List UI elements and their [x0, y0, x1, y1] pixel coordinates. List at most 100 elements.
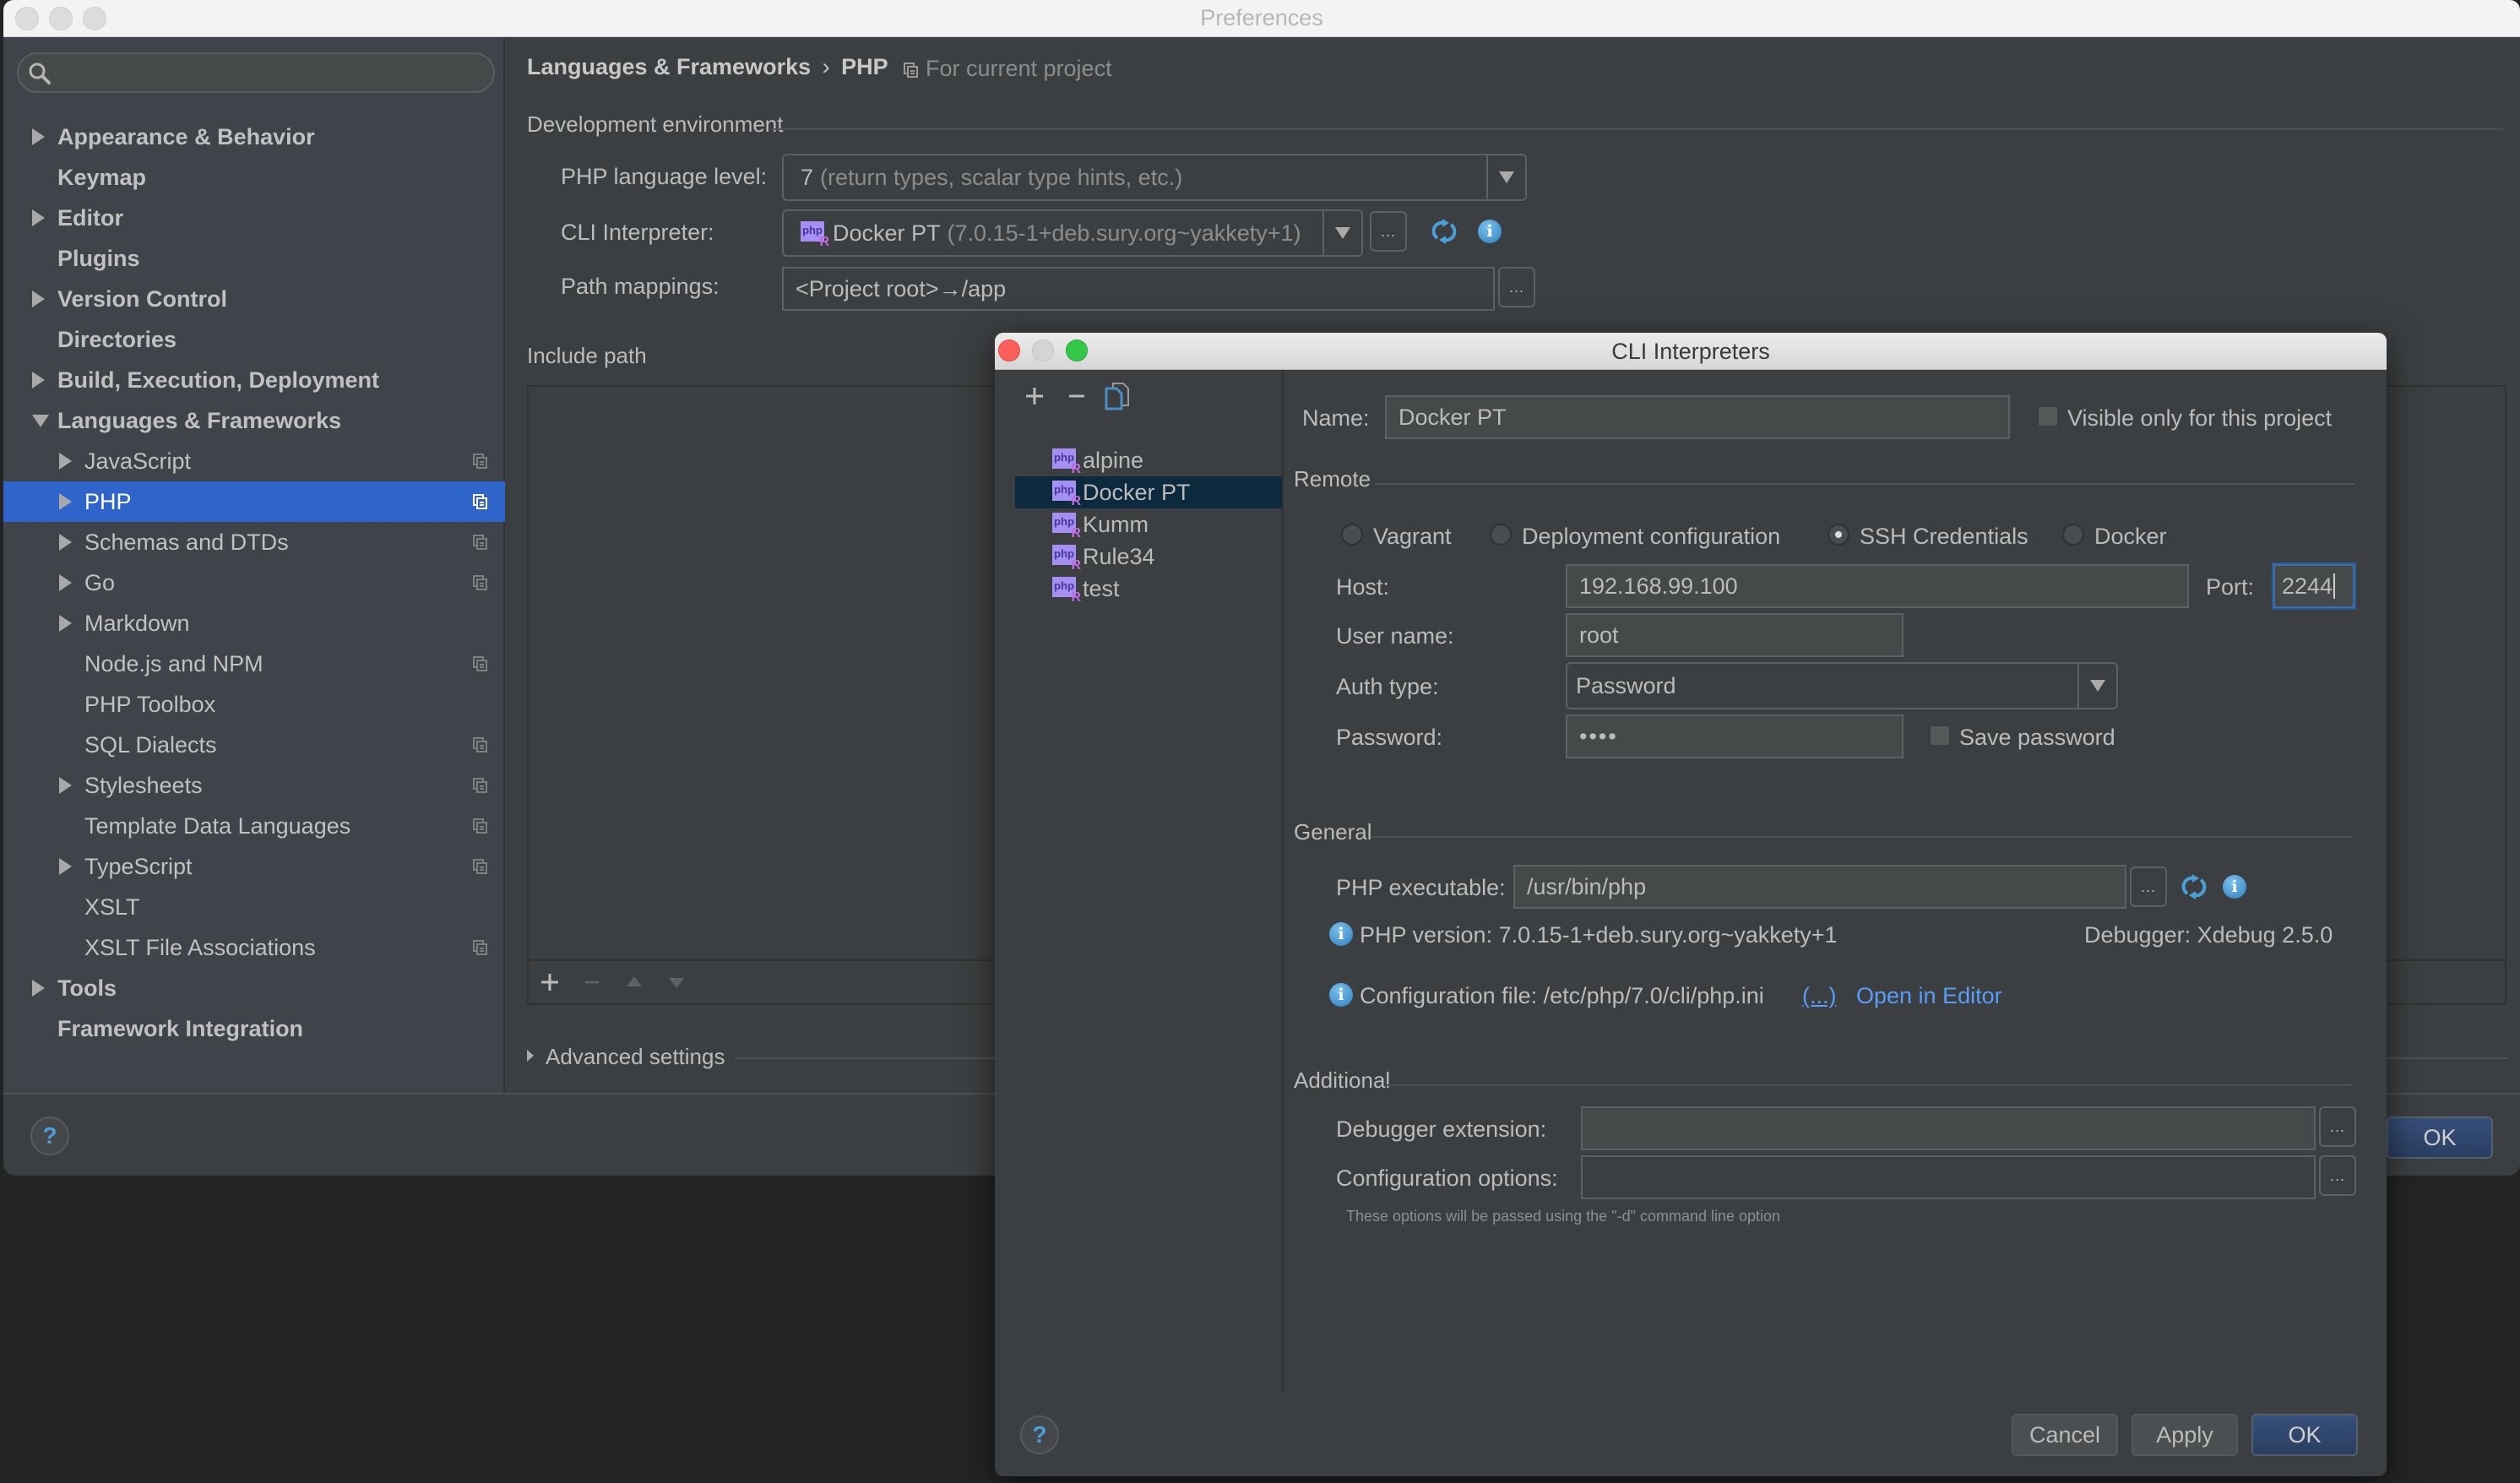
- host-label: Host:: [1336, 574, 1390, 600]
- interpreter-list-item[interactable]: php Rtest: [1015, 573, 1282, 605]
- sidebar-item-typescript[interactable]: TypeScript: [3, 846, 505, 887]
- radio-deployment-configuration[interactable]: [1490, 524, 1512, 546]
- add-icon[interactable]: [539, 971, 561, 993]
- sidebar-item-schemas-and-dtds[interactable]: Schemas and DTDs: [3, 522, 505, 562]
- radio-deployment-configuration-label: Deployment configuration: [1522, 524, 1781, 549]
- chevron-right-icon[interactable]: [59, 493, 72, 510]
- chevron-right-icon[interactable]: [32, 128, 45, 145]
- cancel-button[interactable]: Cancel: [2012, 1414, 2118, 1456]
- sidebar-item-template-data-languages[interactable]: Template Data Languages: [3, 806, 505, 846]
- chevron-down-icon[interactable]: [32, 415, 49, 427]
- chevron-down-icon[interactable]: [1322, 211, 1361, 255]
- advanced-settings-expander[interactable]: [527, 1047, 546, 1064]
- remove-interpreter-icon[interactable]: [1066, 385, 1088, 407]
- configuration-options-browse-button[interactable]: ...: [2319, 1155, 2356, 1196]
- interpreter-list-item[interactable]: php R Docker PT: [1015, 476, 1282, 508]
- sidebar-item-build-execution-deployment[interactable]: Build, Execution, Deployment: [3, 360, 505, 400]
- php-executable-browse-button[interactable]: ...: [2130, 866, 2167, 907]
- chevron-right-icon[interactable]: [32, 291, 45, 307]
- move-up-icon[interactable]: [623, 971, 645, 993]
- info-icon[interactable]: i: [1478, 220, 1502, 243]
- cli-interpreter-select[interactable]: php R Docker PT (7.0.15-1+deb.sury.org~ya…: [782, 209, 1363, 257]
- radio-ssh-credentials[interactable]: [1828, 524, 1849, 546]
- move-down-icon[interactable]: [665, 971, 687, 993]
- sidebar-item-node-js-and-npm[interactable]: Node.js and NPM: [3, 644, 505, 684]
- host-field[interactable]: 192.168.99.100: [1566, 564, 2189, 608]
- save-password-checkbox[interactable]: [1929, 725, 1951, 747]
- sidebar-item-plugins[interactable]: Plugins: [3, 238, 505, 279]
- chevron-right-icon[interactable]: [32, 372, 45, 388]
- sidebar-item-php[interactable]: PHP: [3, 481, 505, 522]
- advanced-settings-label[interactable]: Advanced settings: [546, 1044, 725, 1070]
- refresh-icon[interactable]: [2181, 873, 2208, 900]
- sidebar-item-label: Appearance & Behavior: [57, 123, 315, 149]
- password-field[interactable]: ••••: [1566, 714, 1904, 758]
- chevron-right-icon[interactable]: [59, 534, 72, 551]
- interpreter-list-item[interactable]: php R Rule34: [1015, 541, 1282, 573]
- ok-button[interactable]: OK: [2251, 1414, 2358, 1456]
- config-file-text: Configuration file: /etc/php/7.0/cli/php…: [1360, 983, 1764, 1008]
- prefs-ok-button[interactable]: OK: [2387, 1116, 2493, 1159]
- path-mappings-browse-button[interactable]: ...: [1498, 267, 1535, 307]
- radio-vagrant[interactable]: [1341, 524, 1363, 546]
- breadcrumb: Languages & Frameworks › PHP: [527, 54, 888, 80]
- sidebar-item-languages-frameworks[interactable]: Languages & Frameworks: [3, 400, 505, 441]
- config-file-more-link[interactable]: (...): [1802, 983, 1837, 1009]
- sidebar-item-php-toolbox[interactable]: PHP Toolbox: [3, 684, 505, 725]
- debugger-extension-browse-button[interactable]: ...: [2319, 1106, 2356, 1147]
- sidebar-item-label: Schemas and DTDs: [84, 529, 289, 555]
- sidebar-item-sql-dialects[interactable]: SQL Dialects: [3, 725, 505, 765]
- remove-icon[interactable]: [581, 971, 603, 993]
- cli-interpreter-browse-button[interactable]: ...: [1370, 211, 1407, 252]
- copy-interpreter-icon[interactable]: [1105, 382, 1130, 410]
- interpreter-list-item[interactable]: php Ralpine: [1015, 444, 1282, 476]
- apply-button[interactable]: Apply: [2132, 1414, 2238, 1456]
- refresh-icon[interactable]: [1431, 218, 1458, 245]
- chevron-down-icon[interactable]: [1486, 155, 1525, 199]
- chevron-down-icon[interactable]: [2077, 664, 2116, 708]
- chevron-right-icon[interactable]: [59, 453, 72, 470]
- sidebar-item-go[interactable]: Go: [3, 562, 505, 603]
- sidebar-item-markdown[interactable]: Markdown: [3, 603, 505, 644]
- interpreter-list-panel: php Ralpine php R Docker PT php R Kumm php R Rule3…: [995, 370, 1284, 1392]
- visible-only-checkbox[interactable]: [2037, 405, 2059, 427]
- chevron-right-icon[interactable]: [59, 777, 72, 794]
- interpreter-name-field[interactable]: Docker PT: [1385, 395, 2010, 439]
- sidebar-item-label: PHP Toolbox: [84, 691, 216, 717]
- help-button[interactable]: ?: [30, 1116, 69, 1155]
- path-mappings-field[interactable]: <Project root>→/app: [782, 267, 1495, 311]
- auth-type-select[interactable]: Password: [1566, 662, 2118, 709]
- sidebar-item-xslt[interactable]: XSLT: [3, 887, 505, 927]
- sidebar-item-framework-integration[interactable]: Framework Integration: [3, 1008, 505, 1049]
- sidebar-item-tools[interactable]: Tools: [3, 968, 505, 1008]
- chevron-right-icon[interactable]: [32, 980, 45, 997]
- interpreter-name: test: [1083, 575, 1120, 601]
- language-level-select[interactable]: 7 (return types, scalar type hints, etc.…: [782, 154, 1527, 201]
- section-separator: [1375, 483, 2354, 485]
- info-icon[interactable]: i: [2223, 875, 2246, 899]
- chevron-right-icon[interactable]: [59, 574, 72, 591]
- add-interpreter-icon[interactable]: [1024, 385, 1045, 407]
- open-in-editor-link[interactable]: Open in Editor: [1856, 983, 2002, 1009]
- sidebar-item-directories[interactable]: Directories: [3, 319, 505, 360]
- chevron-right-icon[interactable]: [59, 858, 72, 875]
- sidebar-item-stylesheets[interactable]: Stylesheets: [3, 765, 505, 806]
- user-name-field[interactable]: root: [1566, 613, 1904, 657]
- port-field[interactable]: 2244: [2273, 564, 2354, 608]
- sidebar-item-appearance-behavior[interactable]: Appearance & Behavior: [3, 117, 505, 157]
- sidebar-item-xslt-file-associations[interactable]: XSLT File Associations: [3, 927, 505, 968]
- debugger-extension-field[interactable]: [1581, 1106, 2316, 1150]
- dialog-help-button[interactable]: ?: [1020, 1415, 1059, 1454]
- sidebar-item-version-control[interactable]: Version Control: [3, 279, 505, 319]
- settings-search-input[interactable]: [17, 52, 495, 93]
- interpreter-list-item[interactable]: php R Kumm: [1015, 508, 1282, 541]
- configuration-options-field[interactable]: [1581, 1155, 2316, 1199]
- chevron-right-icon[interactable]: [32, 209, 45, 226]
- php-executable-field[interactable]: /usr/bin/php: [1513, 865, 2126, 909]
- chevron-right-icon[interactable]: [59, 615, 72, 632]
- sidebar-item-javascript[interactable]: JavaScript: [3, 441, 505, 481]
- user-name-label: User name:: [1336, 623, 1454, 649]
- sidebar-item-keymap[interactable]: Keymap: [3, 157, 505, 198]
- sidebar-item-editor[interactable]: Editor: [3, 198, 505, 238]
- radio-docker[interactable]: [2062, 524, 2084, 546]
